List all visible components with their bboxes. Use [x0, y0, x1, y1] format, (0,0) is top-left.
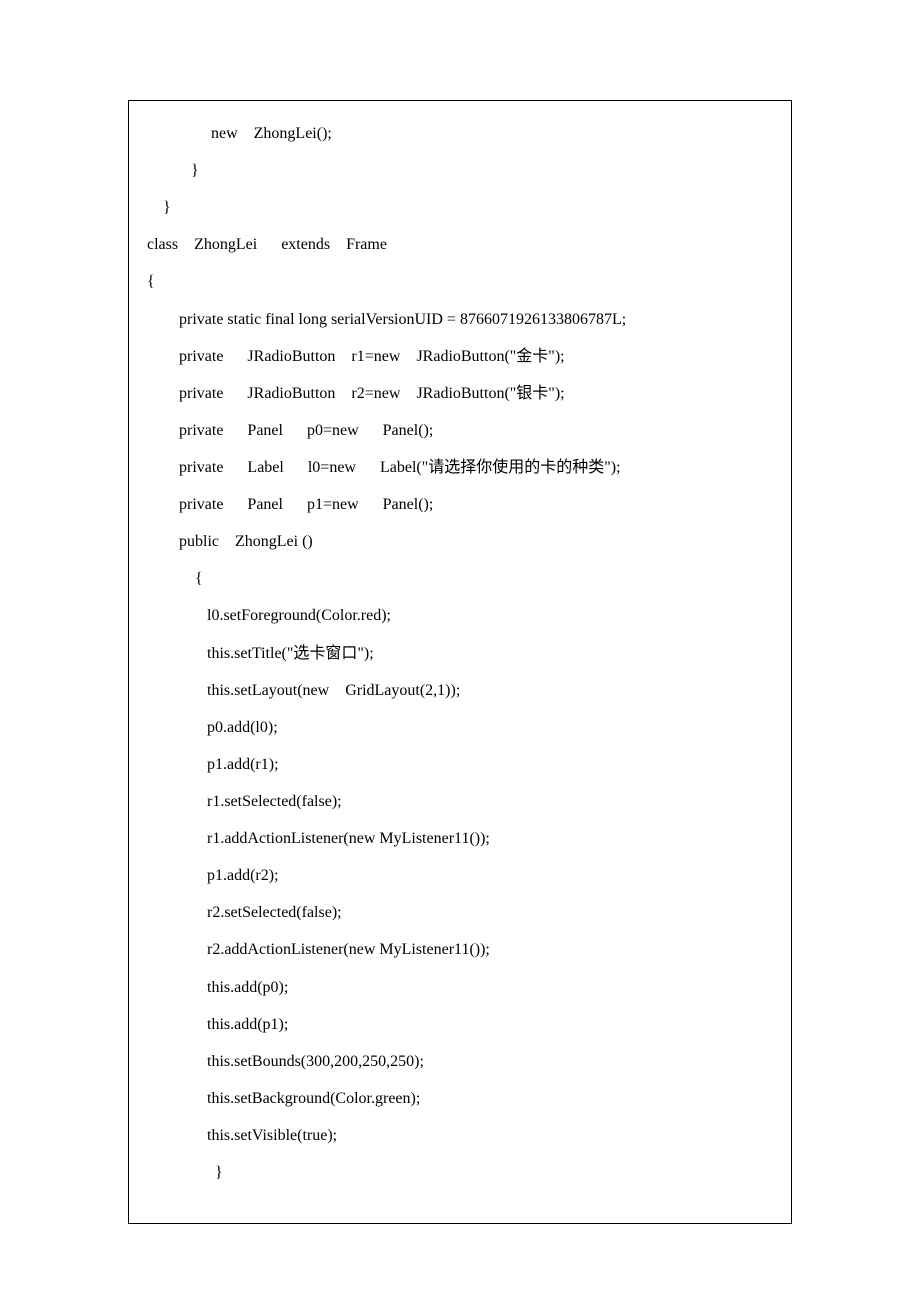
code-line: class ZhongLei extends Frame — [147, 226, 773, 263]
code-line: { — [147, 560, 773, 597]
code-line: this.setVisible(true); — [147, 1117, 773, 1154]
code-line: this.setBackground(Color.green); — [147, 1080, 773, 1117]
code-line: this.setTitle("选卡窗口"); — [147, 635, 773, 672]
code-line: this.add(p0); — [147, 969, 773, 1006]
code-line: private Panel p1=new Panel(); — [147, 486, 773, 523]
code-line: private Label l0=new Label("请选择你使用的卡的种类"… — [147, 449, 773, 486]
code-line: private JRadioButton r2=new JRadioButton… — [147, 375, 773, 412]
code-line: private Panel p0=new Panel(); — [147, 412, 773, 449]
code-line: r2.setSelected(false); — [147, 894, 773, 931]
code-line: private JRadioButton r1=new JRadioButton… — [147, 338, 773, 375]
code-line: r1.setSelected(false); — [147, 783, 773, 820]
code-line: this.setLayout(new GridLayout(2,1)); — [147, 672, 773, 709]
code-line: p1.add(r2); — [147, 857, 773, 894]
code-line: r1.addActionListener(new MyListener11())… — [147, 820, 773, 857]
code-block: new ZhongLei(); } } class ZhongLei exten… — [128, 100, 792, 1224]
code-line: } — [147, 189, 773, 226]
code-line: r2.addActionListener(new MyListener11())… — [147, 931, 773, 968]
code-line: l0.setForeground(Color.red); — [147, 597, 773, 634]
code-line: p0.add(l0); — [147, 709, 773, 746]
code-line: { — [147, 263, 773, 300]
document-page: new ZhongLei(); } } class ZhongLei exten… — [0, 0, 920, 1284]
code-line: } — [147, 152, 773, 189]
code-line: p1.add(r1); — [147, 746, 773, 783]
code-line: public ZhongLei () — [147, 523, 773, 560]
code-line: } — [147, 1154, 773, 1191]
code-line: this.setBounds(300,200,250,250); — [147, 1043, 773, 1080]
code-line: private static final long serialVersionU… — [147, 301, 773, 338]
code-line: new ZhongLei(); — [147, 115, 773, 152]
code-line: this.add(p1); — [147, 1006, 773, 1043]
